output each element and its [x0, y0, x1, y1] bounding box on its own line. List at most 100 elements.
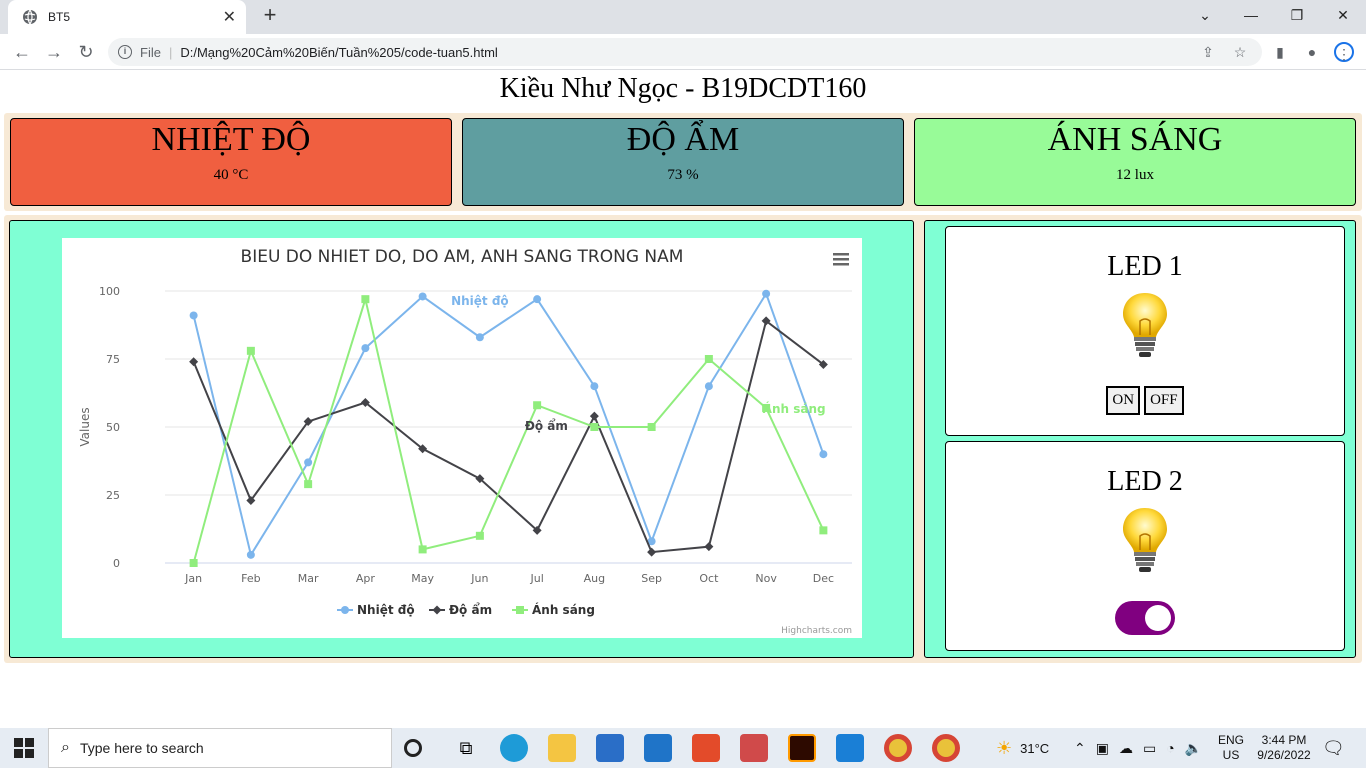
- clock-time: 3:44 PM: [1261, 733, 1307, 747]
- led1-off-button[interactable]: OFF: [1144, 386, 1184, 415]
- vscode-icon[interactable]: [836, 734, 864, 762]
- series-line: [192, 291, 825, 558]
- led1-controls: ON OFF: [946, 386, 1344, 415]
- legend-marker: [432, 605, 442, 615]
- y-tick-label: 25: [106, 489, 120, 502]
- back-icon[interactable]: ←: [10, 40, 34, 64]
- data-point: [418, 292, 427, 301]
- tray-icon[interactable]: ▣: [1096, 740, 1109, 757]
- language-indicator[interactable]: ENG US: [1218, 728, 1244, 768]
- weather-widget[interactable]: ☀ 31°C: [996, 728, 1049, 768]
- data-point: [361, 344, 370, 353]
- close-window-icon[interactable]: ✕: [1320, 0, 1366, 30]
- mail-icon[interactable]: [644, 734, 672, 762]
- data-point: [475, 333, 484, 342]
- series-label: Ánh sáng: [763, 401, 826, 416]
- led1-on-button[interactable]: ON: [1106, 386, 1141, 415]
- browser-tab-strip: BT5 ✕ + ⌄ — ❐ ✕: [0, 0, 1366, 34]
- x-tick-label: Nov: [755, 572, 777, 585]
- illustrator-icon[interactable]: [788, 734, 816, 762]
- notifications-icon[interactable]: 🗨: [1322, 728, 1345, 768]
- data-point: [418, 545, 427, 554]
- y-tick-label: 75: [106, 353, 120, 366]
- clock[interactable]: 3:44 PM 9/26/2022: [1254, 728, 1314, 768]
- minimize-icon[interactable]: —: [1228, 0, 1274, 30]
- data-point: [704, 542, 714, 552]
- humidity-card: ĐỘ ẨM 73 %: [462, 118, 904, 206]
- led2-title: LED 2: [1107, 466, 1183, 497]
- tab-search-icon[interactable]: ⌄: [1182, 0, 1228, 30]
- address-bar[interactable]: i File | D:/Mạng%20Cảm%20Biến/Tuần%205/c…: [108, 38, 1262, 66]
- windows-start-icon[interactable]: [14, 738, 34, 758]
- x-tick-label: May: [411, 572, 434, 585]
- search-placeholder: Type here to search: [79, 740, 204, 756]
- data-point: [361, 295, 370, 304]
- light-title: ÁNH SÁNG: [1047, 121, 1223, 158]
- system-tray: ⌃ ▣ ☁ ▭ ◔ 🔈: [1074, 728, 1202, 768]
- chrome-icon[interactable]: [932, 734, 960, 762]
- share-icon[interactable]: ⇪: [1198, 42, 1218, 62]
- legend-label: Độ ẩm: [449, 602, 492, 617]
- chart-container: BIEU DO NHIET DO, DO AM, ANH SANG TRONG …: [62, 238, 862, 638]
- cortana-icon[interactable]: [404, 739, 422, 757]
- y-axis-label: Values: [78, 407, 92, 446]
- info-icon[interactable]: i: [118, 45, 132, 59]
- data-point: [819, 450, 828, 459]
- x-tick-label: Feb: [241, 572, 260, 585]
- sun-icon: ☀: [996, 737, 1013, 758]
- file-explorer-icon[interactable]: [548, 734, 576, 762]
- restore-icon[interactable]: ❐: [1274, 0, 1320, 30]
- chevron-up-icon[interactable]: ⌃: [1074, 740, 1086, 757]
- address-url[interactable]: D:/Mạng%20Cảm%20Biến/Tuần%205/code-tuan5…: [180, 45, 497, 60]
- data-point: [590, 423, 599, 431]
- menu-icon[interactable]: ⋮: [1334, 42, 1354, 62]
- legend-marker: [516, 606, 524, 614]
- line-chart: BIEU DO NHIET DO, DO AM, ANH SANG TRONG …: [78, 247, 852, 636]
- chart-menu-icon[interactable]: [833, 253, 849, 266]
- chrome-icon[interactable]: [884, 734, 912, 762]
- wifi-icon[interactable]: ◔: [1166, 740, 1174, 756]
- store-icon[interactable]: [596, 734, 624, 762]
- office-icon[interactable]: [692, 734, 720, 762]
- edge-icon[interactable]: [500, 734, 528, 762]
- close-tab-icon[interactable]: ✕: [223, 7, 236, 27]
- x-tick-label: Oct: [699, 572, 719, 585]
- humidity-value: 73 %: [667, 167, 699, 183]
- led1-title: LED 1: [1107, 251, 1183, 282]
- battery-icon[interactable]: ▭: [1143, 740, 1156, 757]
- chart-panel: BIEU DO NHIET DO, DO AM, ANH SANG TRONG …: [9, 220, 914, 658]
- app-icon[interactable]: [740, 734, 768, 762]
- data-point: [246, 346, 255, 355]
- x-tick-label: Aug: [584, 572, 605, 585]
- browser-tab[interactable]: BT5 ✕: [8, 0, 246, 34]
- x-tick-label: Sep: [641, 572, 662, 585]
- reload-icon[interactable]: ↻: [74, 40, 98, 64]
- taskbar-search-box[interactable]: ⌕ Type here to search: [48, 728, 392, 768]
- lightbulb-icon: [1123, 508, 1167, 572]
- new-tab-button[interactable]: +: [258, 4, 282, 28]
- volume-icon[interactable]: 🔈: [1185, 740, 1202, 757]
- task-view-icon[interactable]: ⧉: [452, 734, 480, 762]
- side-panel-icon[interactable]: ▮: [1270, 42, 1290, 62]
- data-point: [589, 411, 599, 421]
- series-line: [192, 295, 825, 564]
- temperature-card: NHIỆT ĐỘ 40 °C: [10, 118, 452, 206]
- data-point: [304, 458, 313, 467]
- temperature-value: 40 °C: [213, 167, 249, 183]
- clock-date: 9/26/2022: [1257, 748, 1311, 762]
- data-point: [590, 382, 599, 391]
- bookmark-star-icon[interactable]: ☆: [1230, 42, 1250, 62]
- data-point: [647, 423, 656, 431]
- chart-title: BIEU DO NHIET DO, DO AM, ANH SANG TRONG …: [241, 247, 684, 267]
- y-tick-label: 100: [99, 285, 120, 298]
- y-tick-label: 50: [106, 421, 120, 434]
- cloud-icon[interactable]: ☁: [1119, 740, 1133, 757]
- x-tick-label: Jul: [529, 572, 543, 585]
- data-point: [189, 311, 198, 320]
- forward-icon[interactable]: →: [42, 40, 66, 64]
- led2-toggle-switch[interactable]: [1115, 601, 1175, 635]
- temperature-title: NHIỆT ĐỘ: [151, 121, 311, 158]
- profile-icon[interactable]: ●: [1302, 42, 1322, 62]
- address-separator: |: [168, 44, 173, 60]
- x-tick-label: Dec: [813, 572, 834, 585]
